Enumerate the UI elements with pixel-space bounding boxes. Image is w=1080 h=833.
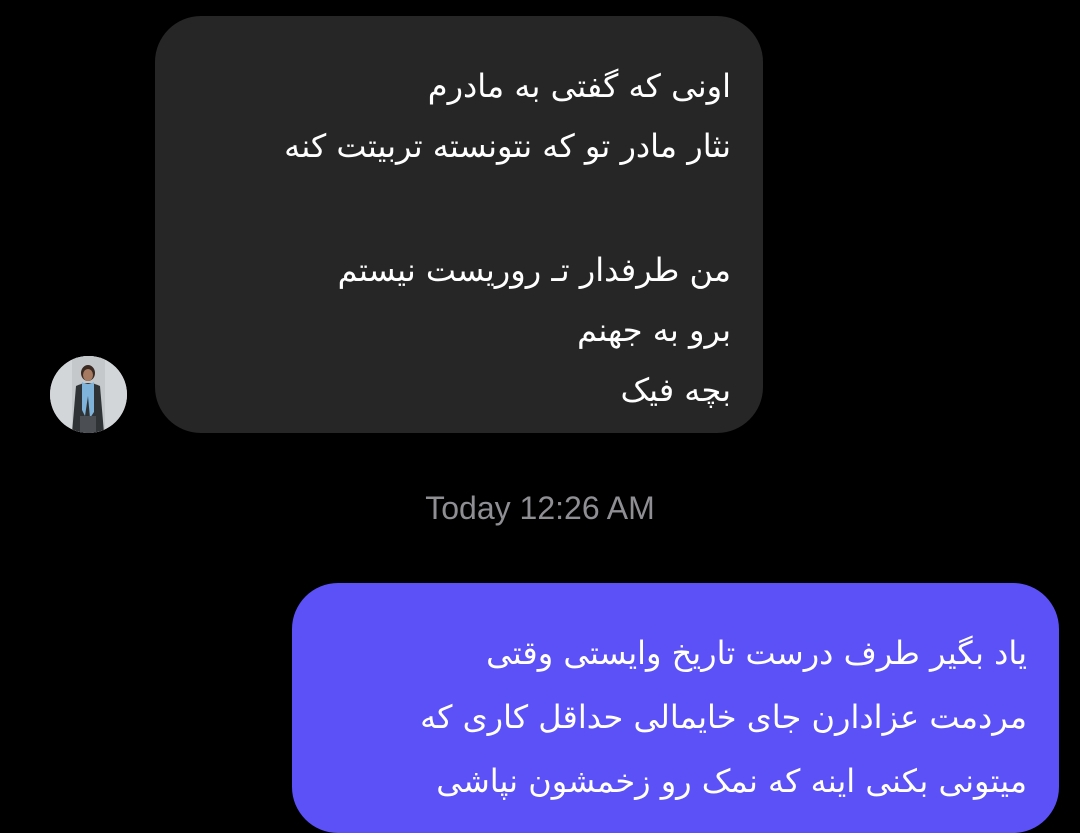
message-line-empty — [185, 176, 731, 240]
message-line: یاد بگیر طرف درست تاریخ وایستی وقتی — [486, 634, 1027, 672]
incoming-message-bubble[interactable]: اونی که گفتی به مادرم نثار مادر تو که نت… — [155, 16, 763, 433]
message-line: مردمت عزادارن جای خایمالی حداقل کاری که — [420, 698, 1027, 736]
message-line: بچه فیک — [620, 371, 731, 409]
message-line: نثار مادر تو که نتونسته تربیتت کنه — [284, 127, 731, 165]
message-line: من طرفدار تـ روریست نیستم — [337, 251, 731, 289]
message-line: اونی که گفتی به مادرم — [427, 67, 731, 105]
user-avatar-icon — [50, 356, 127, 433]
message-timestamp: Today 12:26 AM — [425, 490, 655, 526]
sender-avatar[interactable] — [50, 356, 127, 433]
message-line: میتونی بکنی اینه که نمک رو زخمشون نپاشی — [436, 762, 1027, 800]
outgoing-message-bubble[interactable]: یاد بگیر طرف درست تاریخ وایستی وقتی مردم… — [292, 583, 1059, 833]
message-line: برو به جهنم — [577, 311, 731, 349]
